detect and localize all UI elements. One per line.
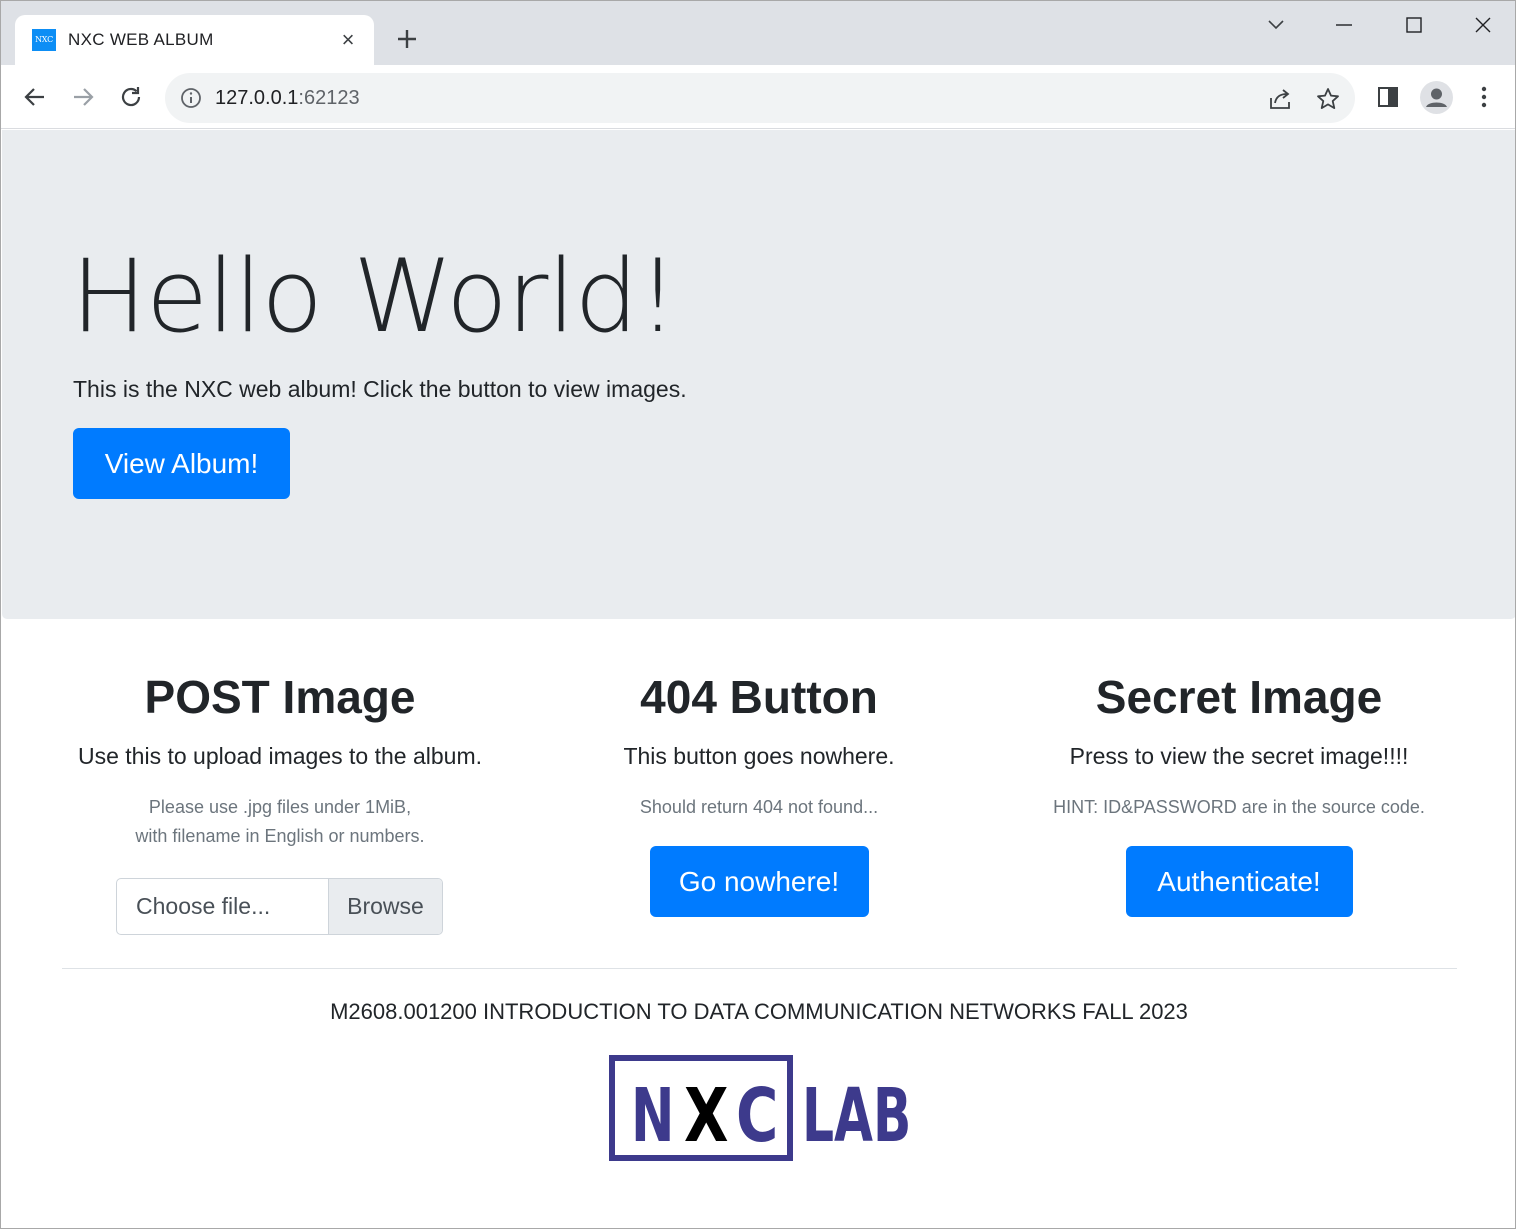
post-image-note: Please use .jpg files under 1MiB, with f… bbox=[40, 793, 520, 851]
404-button-note: Should return 404 not found... bbox=[639, 797, 879, 817]
address-bar[interactable]: 127.0.0.1:62123 bbox=[165, 73, 1355, 123]
hero-title: Hello World! bbox=[71, 237, 678, 355]
secret-image-heading: Secret Image bbox=[1095, 671, 1383, 723]
tab-title: NXC WEB ALBUM bbox=[68, 30, 214, 49]
bookmark-star-icon[interactable] bbox=[1315, 86, 1341, 112]
side-panel-icon[interactable] bbox=[1374, 83, 1402, 111]
new-tab-icon[interactable] bbox=[393, 25, 421, 53]
browse-button[interactable]: Browse bbox=[328, 879, 442, 934]
profile-avatar-icon[interactable] bbox=[1420, 81, 1453, 114]
go-nowhere-button[interactable]: Go nowhere! bbox=[649, 846, 869, 917]
nxc-lab-logo: N X C LAB bbox=[608, 1054, 911, 1162]
share-icon[interactable] bbox=[1267, 86, 1293, 112]
forward-arrow-icon[interactable] bbox=[67, 81, 99, 113]
view-album-button[interactable]: View Album! bbox=[73, 428, 290, 499]
browser-toolbar: 127.0.0.1:62123 bbox=[1, 65, 1515, 129]
reload-icon[interactable] bbox=[115, 81, 147, 113]
tab-close-icon[interactable]: × bbox=[336, 28, 360, 52]
url-text[interactable]: 127.0.0.1:62123 bbox=[215, 86, 360, 110]
browser-tab[interactable]: NXC NXC WEB ALBUM × bbox=[15, 15, 374, 67]
post-image-description: Use this to upload images to the album. bbox=[77, 743, 482, 769]
404-button-heading: 404 Button bbox=[640, 671, 878, 723]
secret-image-hint: HINT: ID&PASSWORD are in the source code… bbox=[1053, 797, 1425, 817]
post-image-section: POST Image Use this to upload images to … bbox=[40, 667, 520, 851]
divider bbox=[62, 968, 1457, 969]
url-port: :62123 bbox=[298, 87, 360, 109]
post-image-note-line2: with filename in English or numbers. bbox=[135, 826, 425, 846]
menu-kebab-icon[interactable] bbox=[1470, 83, 1498, 111]
close-window-icon[interactable] bbox=[1468, 11, 1498, 39]
logo-lab: LAB bbox=[802, 1072, 908, 1159]
tab-strip: NXC NXC WEB ALBUM × bbox=[1, 1, 1515, 67]
404-button-section: 404 Button This button goes nowhere. Sho… bbox=[519, 667, 999, 917]
authenticate-button[interactable]: Authenticate! bbox=[1125, 846, 1353, 917]
minimize-icon[interactable] bbox=[1329, 11, 1359, 39]
logo-letter-c: C bbox=[736, 1072, 778, 1159]
file-input-placeholder[interactable]: Choose file... bbox=[136, 879, 270, 934]
maximize-icon[interactable] bbox=[1399, 11, 1429, 39]
file-upload-input[interactable]: Choose file... Browse bbox=[116, 878, 443, 935]
hero-lead: This is the NXC web album! Click the but… bbox=[73, 376, 687, 402]
secret-image-section: Secret Image Press to view the secret im… bbox=[999, 667, 1479, 917]
post-image-heading: POST Image bbox=[144, 671, 416, 723]
page-viewport: Hello World! This is the NXC web album! … bbox=[2, 130, 1515, 1228]
jumbotron: Hello World! This is the NXC web album! … bbox=[2, 130, 1515, 619]
logo-letter-x: X bbox=[684, 1072, 729, 1159]
tab-search-icon[interactable] bbox=[1261, 11, 1291, 39]
site-info-icon[interactable] bbox=[179, 86, 203, 110]
back-arrow-icon[interactable] bbox=[19, 81, 51, 113]
secret-image-description: Press to view the secret image!!!! bbox=[1069, 743, 1409, 769]
404-button-description: This button goes nowhere. bbox=[623, 743, 895, 769]
browser-window: NXC NXC WEB ALBUM × 127.0.0.1:62123 Hell… bbox=[0, 0, 1516, 1229]
url-host: 127.0.0.1 bbox=[215, 87, 299, 109]
course-title: M2608.001200 INTRODUCTION TO DATA COMMUN… bbox=[330, 999, 1188, 1024]
post-image-note-line1: Please use .jpg files under 1MiB, bbox=[148, 797, 412, 817]
favicon-icon: NXC bbox=[32, 29, 56, 51]
logo-letter-n: N bbox=[631, 1072, 674, 1159]
